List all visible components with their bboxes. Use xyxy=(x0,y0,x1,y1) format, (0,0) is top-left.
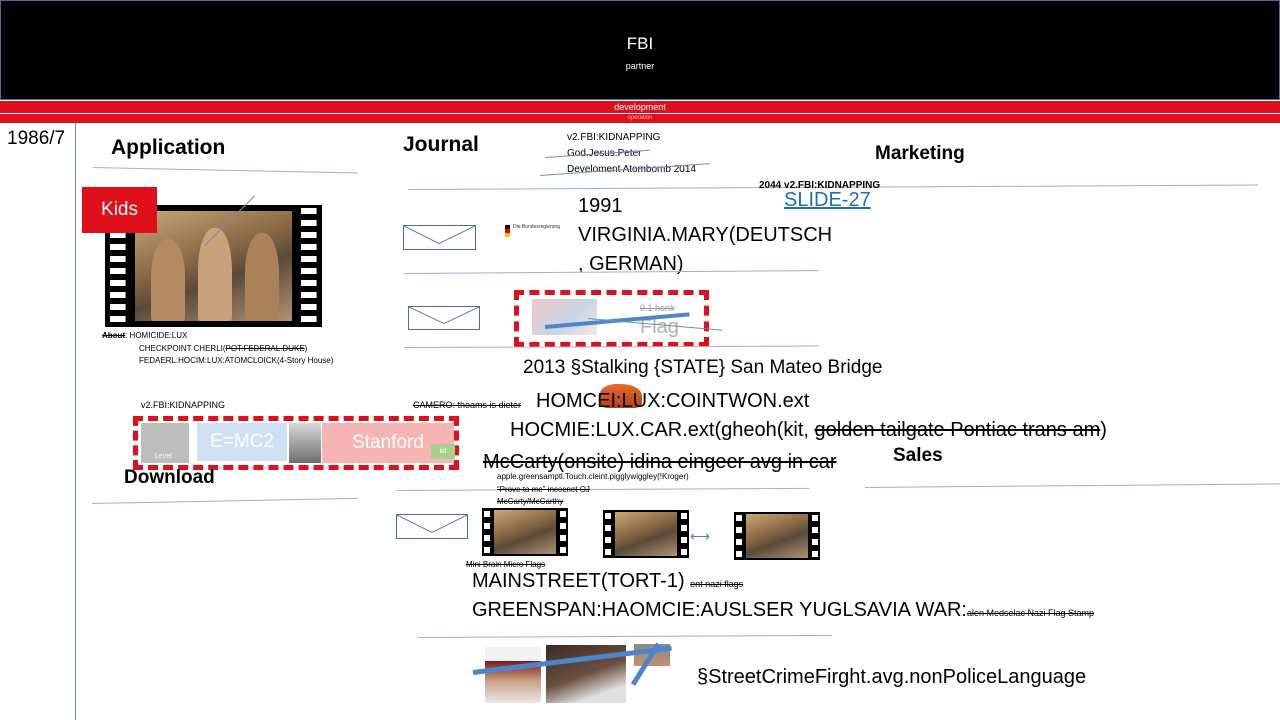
mccarty-line: McCarty(onsite) idina eingeer avg in car xyxy=(483,451,837,473)
hocmie-close: ) xyxy=(1100,419,1107,441)
section-download: Download xyxy=(124,467,215,488)
download-kidnapping-note: v2.FBI:KIDNAPPING xyxy=(141,400,226,410)
photo-three-officers xyxy=(746,514,808,558)
slide-27-link[interactable]: SLIDE-27 xyxy=(784,189,871,212)
camero-note: CAMERO: thoams is dieter xyxy=(413,400,522,410)
greenspan-line: GREENSPAN:HAOMCIE:AUSLSER YUGLSAVIA WAR:… xyxy=(472,599,1094,622)
film-sprockets-left xyxy=(603,510,614,558)
level-label: Level xyxy=(155,453,172,460)
divider-line xyxy=(864,483,1280,488)
section-sales: Sales xyxy=(893,445,943,466)
divider-line xyxy=(92,167,358,174)
person-figure xyxy=(197,227,233,321)
divider-line xyxy=(417,634,832,638)
film-thumbnail-1[interactable] xyxy=(482,508,568,556)
section-journal: Journal xyxy=(403,133,479,156)
film-sprockets-left xyxy=(734,512,745,560)
apple-note-3: McCarty/McCarthy xyxy=(497,497,564,506)
mail-icon[interactable] xyxy=(408,306,480,330)
checkpoint-close: ) xyxy=(304,344,308,353)
greenspan-small: alen Medselac Nazi Flag Stamp xyxy=(966,608,1095,618)
film-sprockets-right xyxy=(557,508,568,556)
divider-line xyxy=(403,345,819,348)
hocmie-line: HOCMIE:LUX.CAR.ext(gheoh(kit, golden tai… xyxy=(510,419,1107,442)
entry-1991-year: 1991 xyxy=(578,195,623,217)
streetcrime-line: §StreetCrimeFirght.avg.nonPoliceLanguage xyxy=(697,666,1087,688)
about-text: : HOMICIDE:LUX xyxy=(125,331,188,340)
photo-three-officers xyxy=(494,510,556,554)
about-line-2: CHECKPOINT CHERLI(POT:FEDERAL.DUKE) xyxy=(139,344,307,353)
apple-note-1: apple.greensamptl.Touch.cleint.pigglywig… xyxy=(497,472,689,481)
vertical-divider xyxy=(75,123,76,720)
cowboy-photo xyxy=(485,647,541,703)
person-figure xyxy=(151,238,186,321)
page-subtitle: partner xyxy=(625,61,655,71)
page-title: FBI xyxy=(626,34,654,53)
german-flag-icon xyxy=(505,225,510,237)
divider-line xyxy=(91,497,358,504)
kit-badge: kit xyxy=(431,444,455,459)
operation-bar: operation xyxy=(0,114,1280,123)
divider-line xyxy=(396,487,809,491)
film-sprockets-right xyxy=(809,512,820,560)
film-sprockets-right xyxy=(678,510,689,558)
kids-badge[interactable]: Kids xyxy=(82,187,157,233)
journal-note-1: v2.FBI:KIDNAPPING xyxy=(567,132,661,143)
photo-three-officers xyxy=(615,512,677,556)
photo-three-officers xyxy=(135,211,292,321)
film-sprockets-left xyxy=(482,508,493,556)
section-application: Application xyxy=(111,136,226,159)
level-thumbnail[interactable]: Level xyxy=(141,423,189,463)
greenspan-text: GREENSPAN:HAOMCIE:AUSLSER YUGLSAVIA WAR: xyxy=(472,599,967,621)
about-line-1: About: HOMICIDE:LUX xyxy=(102,331,187,340)
mail-icon[interactable] xyxy=(403,225,476,250)
bundesregierung-logo-text: Die Bundesregierung xyxy=(513,224,560,230)
emc2-tile[interactable]: E=MC2 xyxy=(197,423,287,461)
checkpoint-strike: POT:FEDERAL.DUKE xyxy=(225,344,305,353)
entry-1991-name: VIRGINIA.MARY(DEUTSCH xyxy=(578,224,833,246)
person-figure xyxy=(244,233,280,321)
film-thumbnail-2[interactable] xyxy=(603,510,689,558)
mini-brain-caption: Mini Brain Micro Flags xyxy=(466,560,546,569)
mainstreet-small: ent nazi flags xyxy=(690,579,744,589)
film-thumbnail-3[interactable] xyxy=(734,512,820,560)
about-line-3: FEDAERL:HOCIM:LUX:ATOMCLOICK(4-Story Hou… xyxy=(139,356,334,365)
hocmie-strike: golden tailgate Pontiac trans am xyxy=(814,419,1101,441)
stalking-line: 2013 §Stalking {STATE} San Mateo Bridge xyxy=(523,357,883,378)
portrait-thumbnail xyxy=(289,423,321,463)
hocmie-text: HOCMIE:LUX.CAR.ext(gheoh(kit, xyxy=(510,419,815,441)
section-marketing: Marketing xyxy=(875,143,965,164)
development-bar: development xyxy=(0,101,1280,113)
mail-icon[interactable] xyxy=(396,514,468,539)
double-arrow-icon: ⟷ xyxy=(690,528,711,544)
homcei-line: HOMCEI:LUX:COINTWON.ext xyxy=(536,390,810,412)
apple-note-2: “Prove to me” incecnet OJ xyxy=(497,485,590,494)
development-label: development xyxy=(614,102,666,112)
date-label: 1986/7 xyxy=(7,128,66,149)
operation-label: operation xyxy=(627,115,653,121)
hank-label: 0.1 honk xyxy=(640,303,675,313)
checkpoint-text: CHECKPOINT CHERLI( xyxy=(139,344,226,353)
about-label: About xyxy=(102,331,126,340)
mainstreet-line: MAINSTREET(TORT-1) ent nazi flags xyxy=(472,570,743,593)
film-sprockets-right xyxy=(295,205,322,327)
mainstreet-text: MAINSTREET(TORT-1) xyxy=(472,570,685,592)
